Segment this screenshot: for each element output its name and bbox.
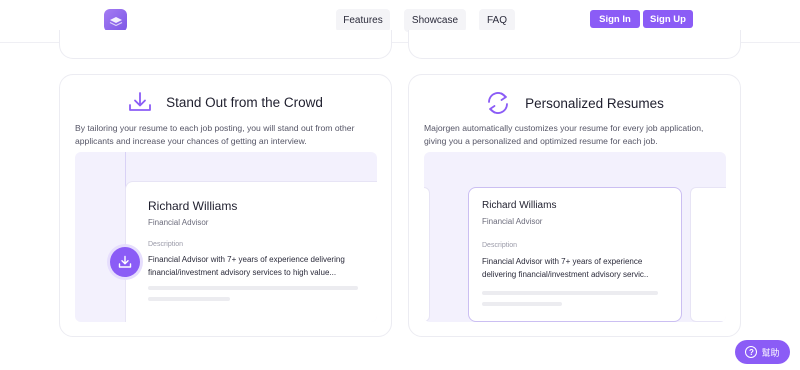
- refresh-icon: [488, 92, 508, 114]
- resume-section-label: Description: [148, 241, 184, 248]
- feature-card-personalized: Personalized Resumes Majorgen automatica…: [408, 74, 741, 337]
- card-header: Personalized Resumes: [409, 91, 740, 115]
- resume-card-side: [424, 187, 430, 322]
- placeholder-line: [148, 286, 358, 290]
- card-title: Stand Out from the Crowd: [166, 94, 323, 110]
- resume-name: Richard Williams: [148, 199, 238, 213]
- resume-card: Richard Williams Financial Advisor Descr…: [468, 187, 682, 322]
- question-icon: ?: [745, 346, 758, 358]
- sign-up-button[interactable]: Sign Up: [643, 10, 693, 28]
- resume-preview: Richard Williams Financial Advisor Descr…: [75, 152, 377, 322]
- resume-description: Financial Advisor with 7+ years of exper…: [148, 255, 345, 277]
- placeholder-line: [482, 291, 658, 295]
- nav-showcase-button[interactable]: Showcase: [404, 9, 466, 32]
- resume-card-side: [690, 187, 726, 322]
- placeholder-line: [482, 302, 562, 306]
- resume-card: Richard Williams Financial Advisor Descr…: [125, 181, 377, 322]
- card-title: Personalized Resumes: [525, 95, 664, 111]
- download-icon: [118, 255, 132, 268]
- card-header: Stand Out from the Crowd: [60, 91, 391, 113]
- resume-section-label: Description: [482, 242, 518, 249]
- previous-feature-card-right: [408, 30, 741, 59]
- help-label: 幫助: [761, 347, 780, 358]
- previous-feature-card-left: [59, 30, 392, 59]
- download-icon: [129, 92, 151, 111]
- sign-in-button[interactable]: Sign In: [590, 10, 640, 28]
- card-description: Majorgen automatically customizes your r…: [424, 123, 704, 146]
- logo-icon: [109, 16, 122, 26]
- card-description: By tailoring your resume to each job pos…: [75, 123, 355, 146]
- resume-role: Financial Advisor: [482, 217, 543, 226]
- resume-preview: Richard Williams Financial Advisor Descr…: [424, 152, 726, 322]
- download-badge: [110, 247, 140, 277]
- feature-card-stand-out: Stand Out from the Crowd By tailoring yo…: [59, 74, 392, 337]
- resume-description: Financial Advisor with 7+ years of exper…: [482, 257, 649, 279]
- placeholder-line: [148, 297, 230, 301]
- nav-faq-button[interactable]: FAQ: [479, 9, 515, 32]
- help-button[interactable]: ? 幫助: [735, 340, 790, 364]
- nav-features-button[interactable]: Features: [336, 9, 390, 32]
- resume-role: Financial Advisor: [148, 218, 209, 227]
- resume-name: Richard Williams: [482, 200, 557, 211]
- logo[interactable]: [104, 9, 127, 32]
